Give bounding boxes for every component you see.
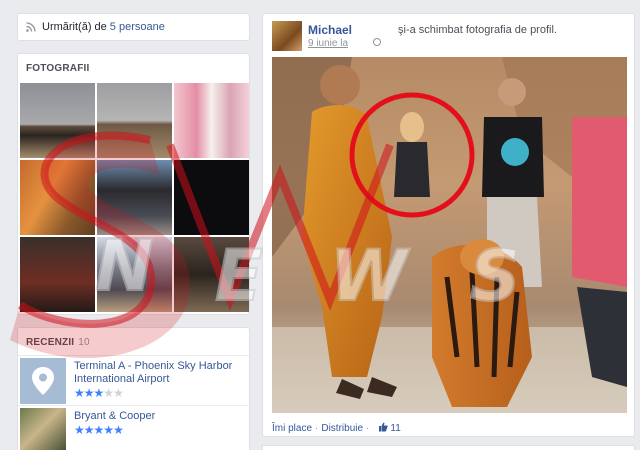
- review-stars: ★★★★★: [74, 386, 124, 400]
- review-name[interactable]: Terminal A - Phoenix Sky Harbor Internat…: [74, 360, 244, 386]
- share-link[interactable]: Distribuie: [321, 423, 363, 434]
- post-author[interactable]: Michael: [308, 23, 352, 37]
- avatar[interactable]: [272, 21, 302, 51]
- review-item[interactable]: Bryant & Cooper ★★★★★: [18, 405, 249, 450]
- like-count[interactable]: 11: [390, 423, 400, 434]
- restaurant-photo: [20, 408, 66, 450]
- star-icon: ★: [74, 386, 85, 400]
- rss-icon: [26, 22, 36, 32]
- star-icon: ★: [74, 423, 85, 437]
- star-icon: ★: [83, 423, 95, 437]
- separator: ·: [315, 423, 319, 434]
- photo-grid: [20, 83, 249, 312]
- photos-card: FOTOGRAFII: [17, 53, 250, 315]
- star-icon: ★: [103, 386, 114, 400]
- photo-tile[interactable]: [174, 160, 249, 235]
- photo-tile[interactable]: [97, 83, 172, 158]
- star-icon: ★: [93, 386, 105, 400]
- next-post-card: [262, 445, 635, 450]
- star-icon: ★: [83, 386, 95, 400]
- profile-photo-post: Michael şi-a schimbat fotografia de prof…: [262, 13, 635, 437]
- photo-tile[interactable]: [97, 160, 172, 235]
- map-pin-icon: [20, 358, 66, 404]
- photo-tile[interactable]: [174, 237, 249, 312]
- reviews-card: RECENZII 10 Terminal A - Phoenix Sky Harb…: [17, 327, 250, 450]
- separator: ·: [366, 423, 370, 434]
- star-icon: ★: [93, 423, 105, 437]
- reviews-title: RECENZII 10: [18, 328, 249, 348]
- post-photo[interactable]: [272, 57, 627, 413]
- photo-tile[interactable]: [97, 237, 172, 312]
- photos-title[interactable]: FOTOGRAFII: [18, 54, 249, 74]
- star-icon: ★: [103, 423, 114, 437]
- photo-tile[interactable]: [20, 237, 95, 312]
- review-name[interactable]: Bryant & Cooper: [74, 410, 244, 423]
- like-link[interactable]: Îmi place: [272, 423, 312, 434]
- thumbs-up-icon[interactable]: [378, 422, 389, 435]
- star-icon: ★: [113, 423, 124, 437]
- photo-tile[interactable]: [20, 160, 95, 235]
- followers-text: Urmărit(ă) de: [42, 21, 107, 33]
- post-action: şi-a schimbat fotografia de profil.: [398, 24, 557, 36]
- star-icon: ★: [113, 386, 124, 400]
- followers-link[interactable]: 5 persoane: [110, 21, 165, 33]
- post-footer: Îmi place · Distribuie · 11: [272, 422, 401, 435]
- post-date[interactable]: 9 iunie la: [308, 38, 348, 49]
- followers-card: Urmărit(ă) de 5 persoane: [17, 13, 250, 41]
- globe-icon: [373, 38, 381, 46]
- review-item[interactable]: Terminal A - Phoenix Sky Harbor Internat…: [18, 355, 249, 405]
- reviews-count: 10: [78, 337, 90, 348]
- photo-tile[interactable]: [174, 83, 249, 158]
- review-stars: ★★★★★: [74, 423, 124, 437]
- photo-tile[interactable]: [20, 83, 95, 158]
- reviews-title-label[interactable]: RECENZII: [26, 337, 74, 348]
